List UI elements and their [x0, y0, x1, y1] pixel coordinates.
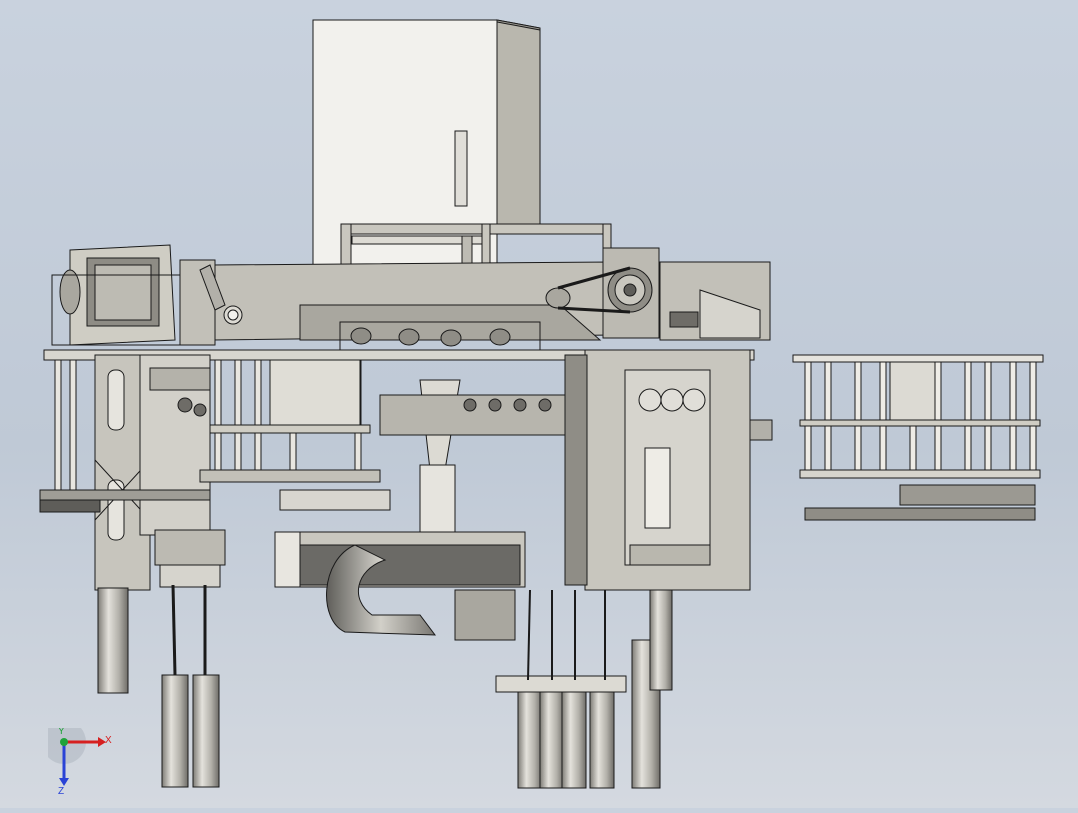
y-axis-label: Y: [58, 728, 65, 737]
z-axis-label: Z: [58, 786, 64, 796]
x-axis-label: X: [105, 735, 112, 746]
cad-3d-viewport[interactable]: [0, 0, 1078, 808]
machine-assembly-model[interactable]: [0, 0, 1078, 808]
axis-triad: X Y Z: [42, 720, 118, 797]
y-axis-dot: [60, 738, 68, 746]
